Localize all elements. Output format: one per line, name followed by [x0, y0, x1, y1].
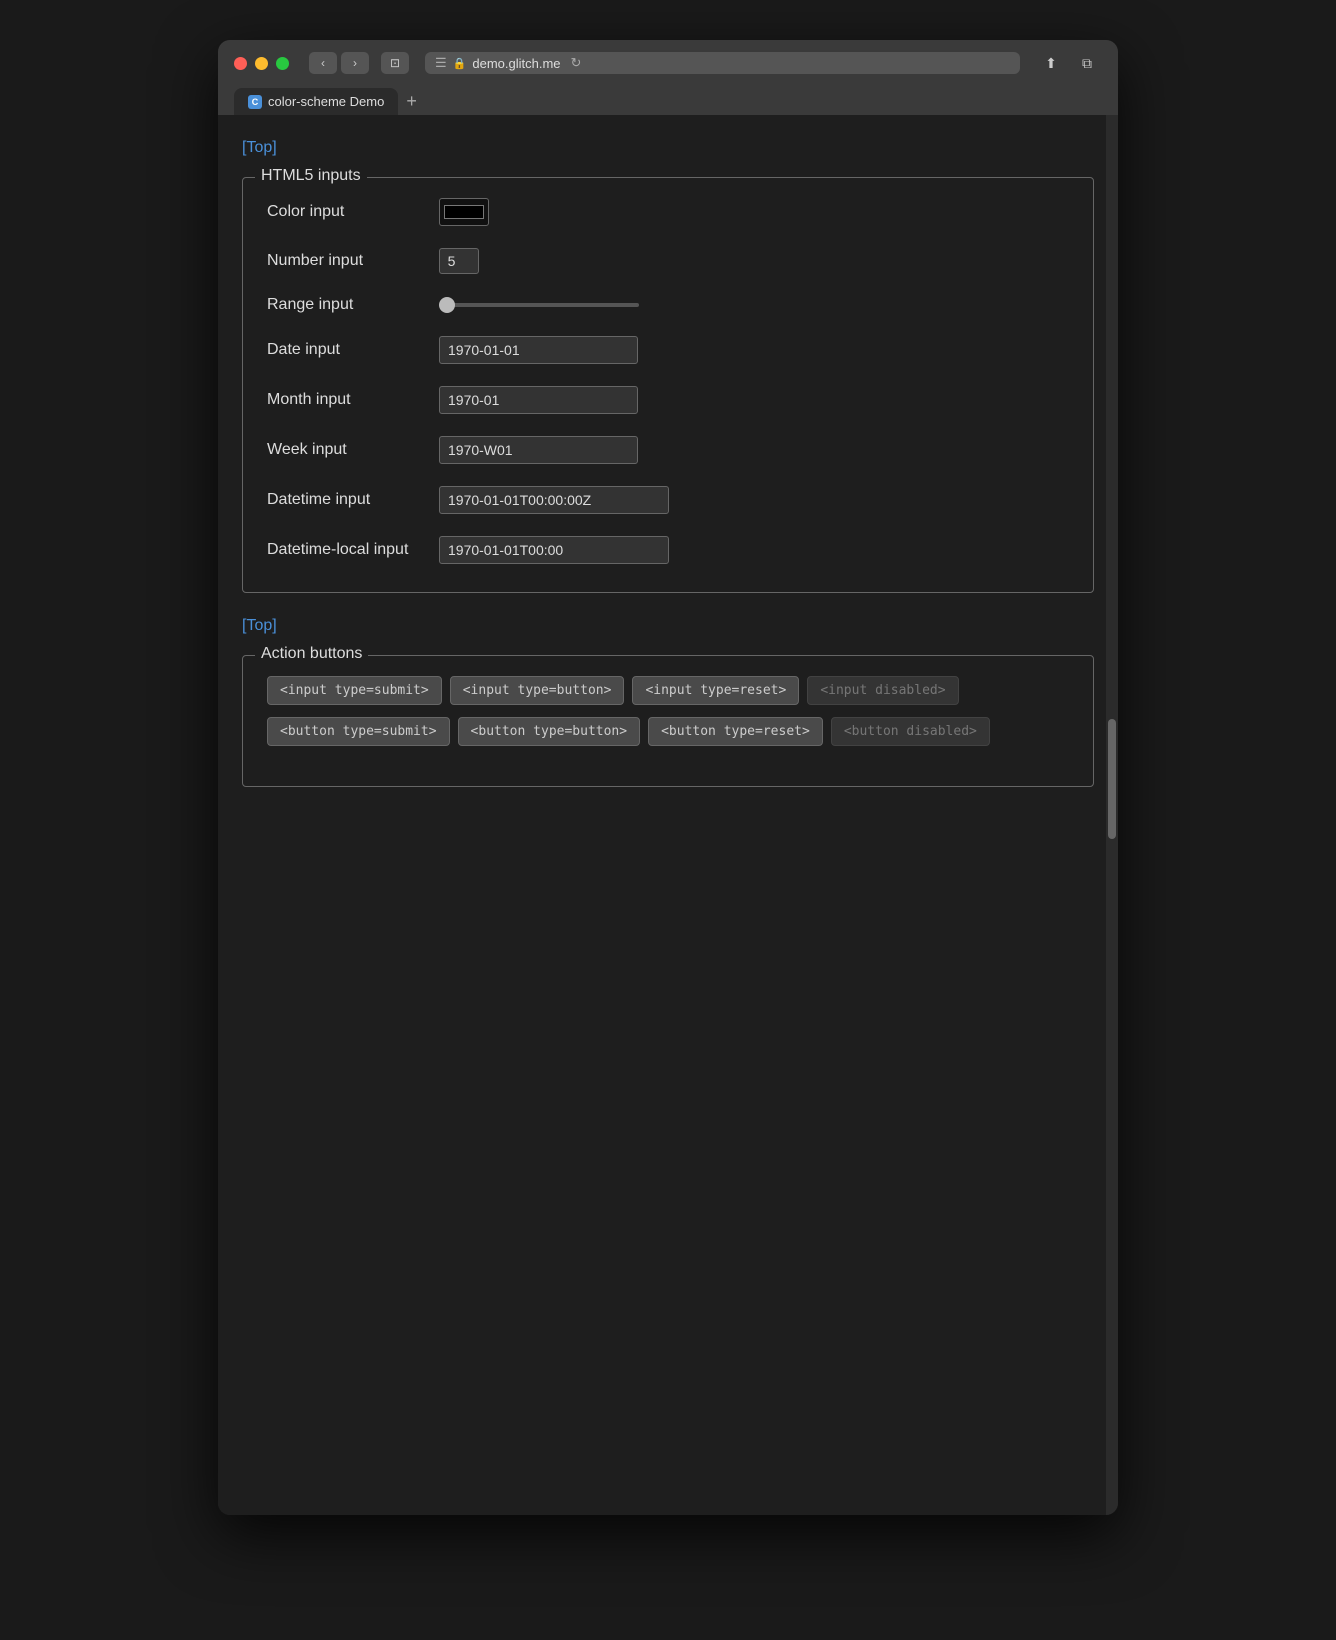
tab-title: color-scheme Demo: [268, 94, 384, 109]
input-reset-button[interactable]: <input type=reset>: [632, 676, 799, 705]
datetime-input[interactable]: [439, 486, 669, 514]
month-input[interactable]: [439, 386, 638, 414]
browser-controls: ‹ › ⊡ ☰ 🔒 demo.glitch.me ↻ ⬆ ⧉: [234, 52, 1102, 74]
action-legend: Action buttons: [255, 645, 368, 663]
action-buttons-section: Action buttons <input type=submit> <inpu…: [242, 655, 1094, 787]
top-link-1[interactable]: [Top]: [242, 139, 277, 157]
new-window-button[interactable]: ⧉: [1072, 52, 1102, 74]
titlebar: ‹ › ⊡ ☰ 🔒 demo.glitch.me ↻ ⬆ ⧉ C color-s…: [218, 40, 1118, 115]
back-button[interactable]: ‹: [309, 52, 337, 74]
date-input-row: Date input: [267, 336, 1069, 364]
nav-buttons: ‹ ›: [309, 52, 369, 74]
button-buttons-group: <button type=submit> <button type=button…: [267, 717, 1069, 746]
scrollbar-thumb[interactable]: [1108, 719, 1116, 839]
reload-button[interactable]: ↻: [571, 55, 582, 71]
datetime-label: Datetime input: [267, 491, 427, 509]
week-input[interactable]: [439, 436, 638, 464]
top-link-2[interactable]: [Top]: [242, 617, 277, 635]
page-content: [Top] HTML5 inputs Color input Number in…: [218, 115, 1118, 1515]
number-input[interactable]: [439, 248, 479, 274]
sidebar-button[interactable]: ⊡: [381, 52, 409, 74]
color-input-row: Color input: [267, 198, 1069, 226]
forward-button[interactable]: ›: [341, 52, 369, 74]
input-disabled-button: <input disabled>: [807, 676, 958, 705]
week-input-row: Week input: [267, 436, 1069, 464]
week-label: Week input: [267, 441, 427, 459]
number-input-container: [439, 248, 479, 274]
month-input-row: Month input: [267, 386, 1069, 414]
html5-inputs-section: HTML5 inputs Color input Number input Ra…: [242, 177, 1094, 593]
hamburger-icon: ☰: [435, 55, 447, 71]
maximize-button[interactable]: [276, 57, 289, 70]
button-submit-button[interactable]: <button type=submit>: [267, 717, 450, 746]
input-buttons-group: <input type=submit> <input type=button> …: [267, 676, 1069, 705]
date-label: Date input: [267, 341, 427, 359]
button-button-button[interactable]: <button type=button>: [458, 717, 641, 746]
input-submit-button[interactable]: <input type=submit>: [267, 676, 442, 705]
lock-icon: 🔒: [453, 57, 467, 70]
number-label: Number input: [267, 252, 427, 270]
active-tab[interactable]: C color-scheme Demo: [234, 88, 398, 115]
share-button[interactable]: ⬆: [1036, 52, 1066, 74]
input-button-button[interactable]: <input type=button>: [450, 676, 625, 705]
html5-legend: HTML5 inputs: [255, 167, 367, 185]
range-label: Range input: [267, 296, 427, 314]
minimize-button[interactable]: [255, 57, 268, 70]
color-input[interactable]: [439, 198, 489, 226]
tab-favicon: C: [248, 95, 262, 109]
scrollbar[interactable]: [1106, 115, 1118, 1515]
color-label: Color input: [267, 203, 427, 221]
url-text: demo.glitch.me: [472, 56, 560, 71]
button-disabled-button: <button disabled>: [831, 717, 990, 746]
browser-window: ‹ › ⊡ ☰ 🔒 demo.glitch.me ↻ ⬆ ⧉ C color-s…: [218, 40, 1118, 1515]
address-bar[interactable]: ☰ 🔒 demo.glitch.me ↻: [425, 52, 1020, 74]
number-input-row: Number input: [267, 248, 1069, 274]
date-input[interactable]: [439, 336, 638, 364]
range-input[interactable]: [439, 303, 639, 307]
button-reset-button[interactable]: <button type=reset>: [648, 717, 823, 746]
datetime-local-input[interactable]: [439, 536, 669, 564]
range-input-row: Range input: [267, 296, 1069, 314]
datetime-local-label: Datetime-local input: [267, 541, 427, 559]
browser-actions: ⬆ ⧉: [1036, 52, 1102, 74]
datetime-local-input-row: Datetime-local input: [267, 536, 1069, 564]
tab-bar: C color-scheme Demo +: [234, 84, 1102, 115]
new-tab-button[interactable]: +: [398, 91, 425, 112]
close-button[interactable]: [234, 57, 247, 70]
datetime-input-row: Datetime input: [267, 486, 1069, 514]
month-label: Month input: [267, 391, 427, 409]
